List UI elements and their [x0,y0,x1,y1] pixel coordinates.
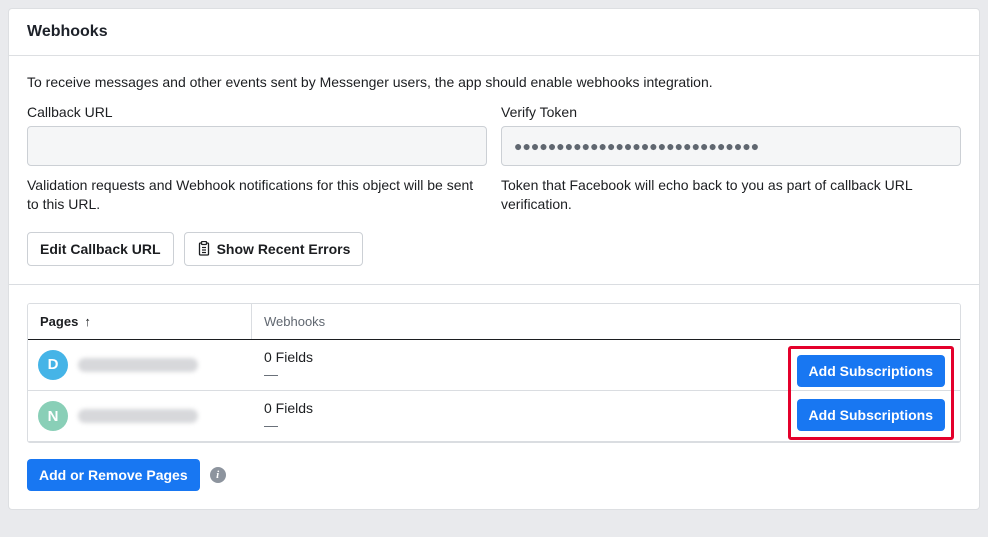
verify-token-help: Token that Facebook will echo back to yo… [501,176,961,214]
footer-actions: Add or Remove Pages i [27,459,961,491]
clipboard-icon [197,241,211,257]
show-recent-errors-button[interactable]: Show Recent Errors [184,232,364,266]
add-subscriptions-button[interactable]: Add Subscriptions [797,399,945,431]
add-subscriptions-button[interactable]: Add Subscriptions [797,355,945,387]
page-avatar: D [38,350,68,380]
add-subscriptions-label: Add Subscriptions [809,363,933,379]
fields-dash: — [264,366,313,382]
pages-table: Pages ↑ Webhooks D 0 Fields — [27,303,961,443]
fields-count: 0 Fields [264,399,313,417]
description-text: To receive messages and other events sen… [27,74,961,90]
add-subscriptions-label: Add Subscriptions [809,407,933,423]
webhooks-card: Webhooks To receive messages and other e… [8,8,980,510]
sort-ascending-icon: ↑ [84,314,91,329]
fields-count: 0 Fields [264,348,313,366]
verify-token-label: Verify Token [501,104,961,120]
callback-url-label: Callback URL [27,104,487,120]
pages-header-label: Pages [40,314,78,329]
page-avatar: N [38,401,68,431]
callback-url-input[interactable] [27,126,487,166]
card-title: Webhooks [27,23,961,41]
callback-url-help: Validation requests and Webhook notifica… [27,176,487,214]
fields-dash: — [264,417,313,433]
section-divider [9,284,979,285]
verify-token-input[interactable]: ●●●●●●●●●●●●●●●●●●●●●●●●●●●●● [501,126,961,166]
card-body: To receive messages and other events sen… [9,56,979,509]
form-row: Callback URL Validation requests and Web… [27,104,961,214]
column-header-pages[interactable]: Pages ↑ [28,304,252,339]
add-remove-pages-label: Add or Remove Pages [39,467,188,483]
add-remove-pages-button[interactable]: Add or Remove Pages [27,459,200,491]
add-subscriptions-highlight: Add Subscriptions Add Subscriptions [788,346,954,440]
show-errors-label: Show Recent Errors [217,241,351,257]
webhooks-header-label: Webhooks [264,314,325,329]
verify-column: Verify Token ●●●●●●●●●●●●●●●●●●●●●●●●●●●… [501,104,961,214]
info-icon[interactable]: i [210,467,226,483]
page-cell[interactable]: N [28,393,252,439]
callback-column: Callback URL Validation requests and Web… [27,104,487,214]
page-name-redacted [78,409,198,423]
page-cell[interactable]: D [28,342,252,388]
edit-callback-button[interactable]: Edit Callback URL [27,232,174,266]
card-header: Webhooks [9,9,979,56]
page-name-redacted [78,358,198,372]
button-row: Edit Callback URL Show Recent Errors [27,232,961,266]
column-header-webhooks: Webhooks [252,304,960,339]
table-header: Pages ↑ Webhooks [28,304,960,340]
edit-callback-label: Edit Callback URL [40,241,161,257]
